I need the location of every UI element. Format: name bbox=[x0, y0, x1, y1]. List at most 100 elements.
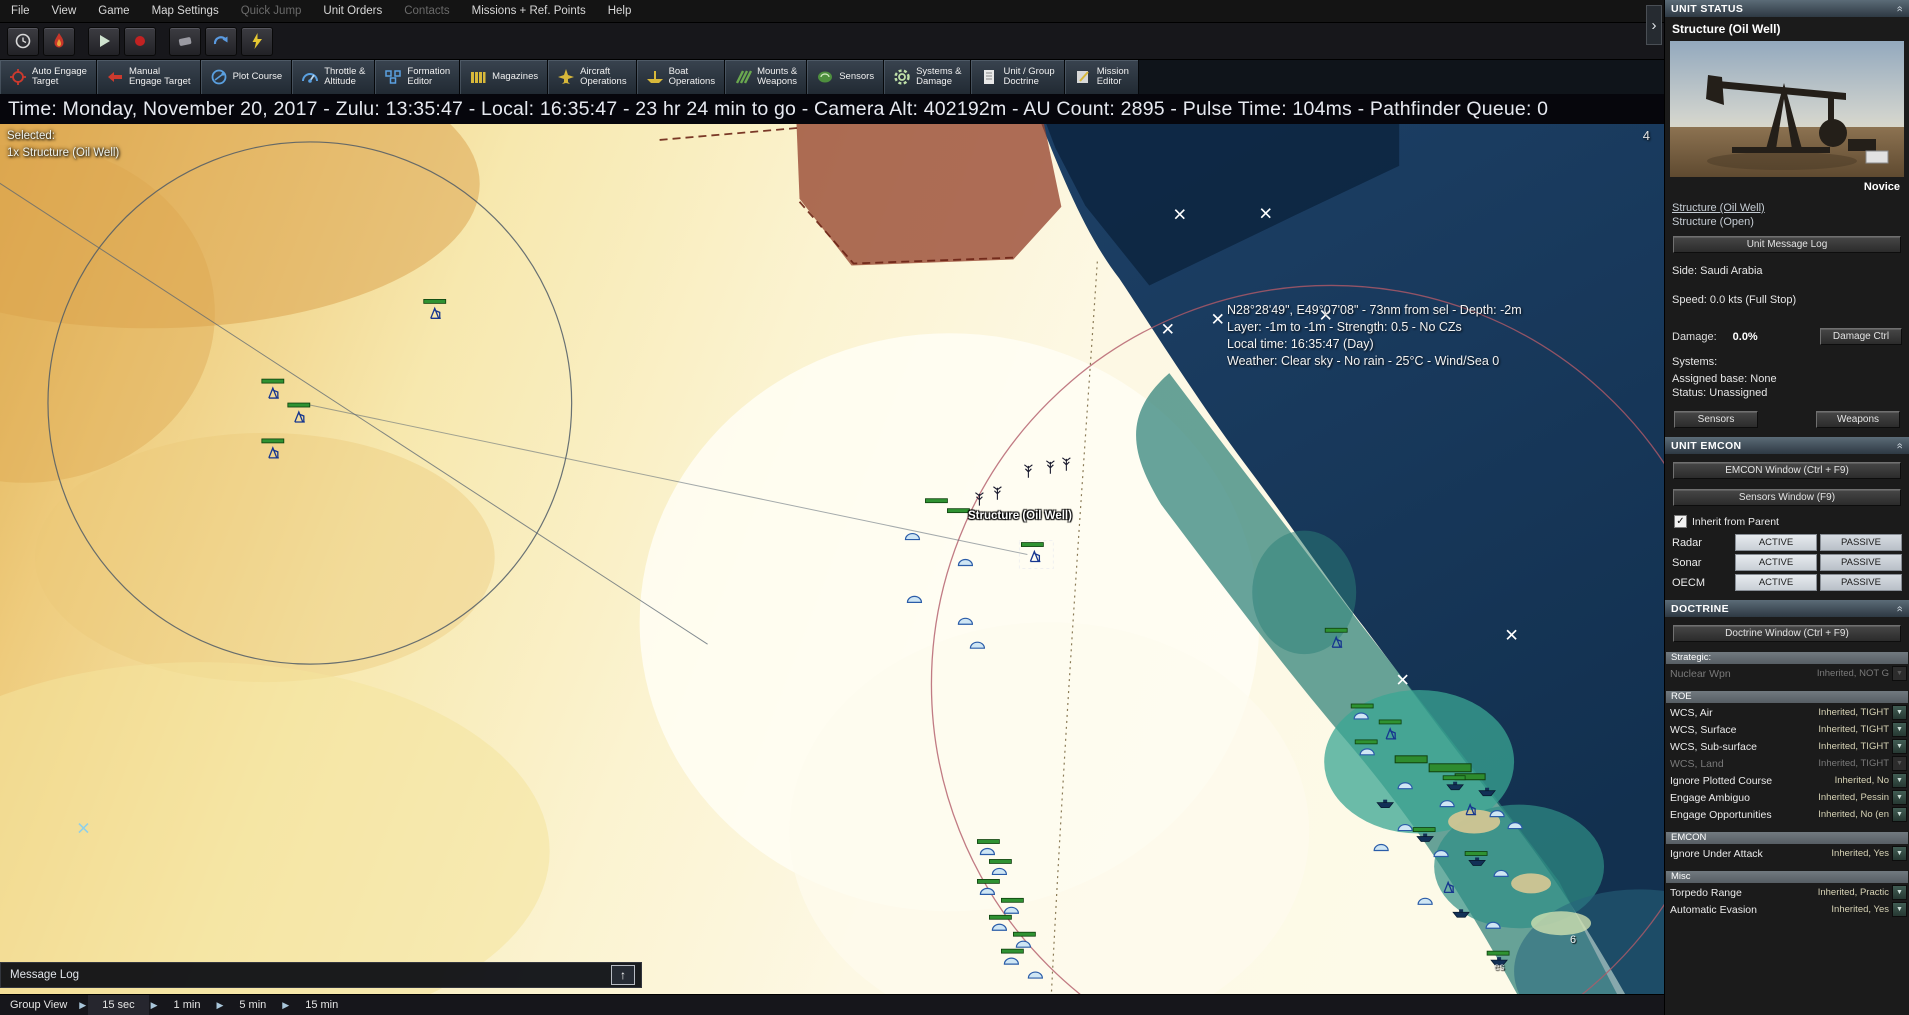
mission-editor-button[interactable]: Mission Editor bbox=[1065, 60, 1139, 94]
unit-status-bar bbox=[1001, 898, 1023, 902]
doctrine-row-ignore-plotted-course: Ignore Plotted Course Inherited, No ▼ bbox=[1670, 773, 1907, 788]
unit-emcon-header[interactable]: UNIT EMCON « bbox=[1665, 437, 1909, 454]
time-button-5min[interactable]: 5 min bbox=[225, 995, 280, 1015]
dropdown-button[interactable]: ▼ bbox=[1892, 739, 1907, 754]
message-log-bar[interactable]: Message Log ↑ bbox=[0, 962, 642, 988]
systems-damage-button[interactable]: Systems & Damage bbox=[884, 60, 971, 94]
oecm-passive-button[interactable]: PASSIVE bbox=[1820, 574, 1902, 591]
record-button[interactable] bbox=[124, 27, 156, 56]
doctrine-row-value: Inherited, Pessin bbox=[1818, 792, 1889, 803]
dropdown-button[interactable]: ▼ bbox=[1892, 902, 1907, 917]
dropdown-button[interactable]: ▼ bbox=[1892, 846, 1907, 861]
unit-message-log-button[interactable]: Unit Message Log bbox=[1673, 236, 1901, 253]
menu-missions-ref-points[interactable]: Missions + Ref. Points bbox=[461, 0, 597, 22]
lightning-button[interactable] bbox=[241, 27, 273, 56]
throttle-altitude-button[interactable]: Throttle & Altitude bbox=[292, 60, 375, 94]
damage-ctrl-button[interactable]: Damage Ctrl bbox=[1820, 328, 1902, 345]
radar-active-button[interactable]: ACTIVE bbox=[1735, 534, 1817, 551]
doctrine-row-value: Inherited, Yes bbox=[1831, 904, 1889, 915]
menubar: File View Game Map Settings Quick Jump U… bbox=[0, 0, 1664, 23]
aircraft-operations-button[interactable]: Aircraft Operations bbox=[548, 60, 636, 94]
doctrine-row-label: Ignore Under Attack bbox=[1670, 848, 1831, 860]
clock-button[interactable] bbox=[7, 27, 39, 56]
inherit-checkbox[interactable]: ✓ bbox=[1674, 515, 1687, 528]
menu-unit-orders[interactable]: Unit Orders bbox=[312, 0, 393, 22]
sensors-icon bbox=[816, 68, 834, 86]
play-arrow-icon: ▶ bbox=[77, 1000, 88, 1011]
mounts-icon bbox=[734, 68, 752, 86]
eraser-button[interactable] bbox=[169, 27, 201, 56]
menu-game[interactable]: Game bbox=[87, 0, 140, 22]
chevron-down-icon: ▼ bbox=[1896, 743, 1903, 750]
sonar-passive-button[interactable]: PASSIVE bbox=[1820, 554, 1902, 571]
toolbar-button-label: Unit / Group Doctrine bbox=[1003, 67, 1054, 88]
time-button-1min[interactable]: 1 min bbox=[160, 995, 215, 1015]
tooltip-line: N28°28'49", E49°07'08" - 73nm from sel -… bbox=[1227, 302, 1522, 319]
group-view-label[interactable]: Group View bbox=[0, 999, 77, 1011]
toolbar-button-label: Formation Editor bbox=[407, 67, 450, 88]
boat-operations-button[interactable]: Boat Operations bbox=[637, 60, 725, 94]
menu-view[interactable]: View bbox=[41, 0, 88, 22]
radar-passive-button[interactable]: PASSIVE bbox=[1820, 534, 1902, 551]
doctrine-row-value: Inherited, Yes bbox=[1831, 848, 1889, 859]
status-label: Status: Unassigned bbox=[1665, 387, 1909, 399]
unit-status-bar bbox=[1487, 951, 1509, 955]
doctrine-row-automatic-evasion: Automatic Evasion Inherited, Yes ▼ bbox=[1670, 902, 1907, 917]
doctrine-row-wcs-land: WCS, Land Inherited, TIGHT ▼ bbox=[1670, 756, 1907, 771]
menu-map-settings[interactable]: Map Settings bbox=[141, 0, 230, 22]
play-button[interactable] bbox=[88, 27, 120, 56]
sidebar-collapse-tab[interactable]: › bbox=[1646, 5, 1662, 45]
unit-status-header[interactable]: UNIT STATUS « bbox=[1665, 0, 1909, 17]
sonar-active-button[interactable]: ACTIVE bbox=[1735, 554, 1817, 571]
mission-editor-icon bbox=[1074, 68, 1092, 86]
unit-group-doctrine-button[interactable]: Unit / Group Doctrine bbox=[971, 60, 1064, 94]
unit-photo bbox=[1670, 41, 1904, 177]
doctrine-row-label: Automatic Evasion bbox=[1670, 904, 1831, 916]
magazines-button[interactable]: Magazines bbox=[460, 60, 548, 94]
auto-engage-icon bbox=[9, 68, 27, 86]
sensors-window-button[interactable]: Sensors Window (F9) bbox=[1673, 489, 1901, 506]
message-log-expand-button[interactable]: ↑ bbox=[611, 965, 635, 985]
menu-file[interactable]: File bbox=[0, 0, 41, 22]
formation-editor-button[interactable]: Formation Editor bbox=[375, 60, 460, 94]
flame-button[interactable] bbox=[43, 27, 75, 56]
dropdown-button[interactable]: ▼ bbox=[1892, 705, 1907, 720]
unit-status-bar bbox=[424, 299, 446, 303]
tooltip-line: Local time: 16:35:47 (Day) bbox=[1227, 336, 1522, 353]
time-button-15sec[interactable]: 15 sec bbox=[88, 995, 148, 1015]
unit-emcon-header-label: UNIT EMCON bbox=[1671, 440, 1742, 452]
play-arrow-icon: ▶ bbox=[214, 1000, 225, 1011]
dropdown-button[interactable]: ▼ bbox=[1892, 885, 1907, 900]
doctrine-header[interactable]: DOCTRINE « bbox=[1665, 600, 1909, 617]
chevron-down-icon: ▼ bbox=[1896, 670, 1903, 677]
auto-engage-target-button[interactable]: Auto Engage Target bbox=[0, 60, 97, 94]
dropdown-button[interactable]: ▼ bbox=[1892, 807, 1907, 822]
weapons-button[interactable]: Weapons bbox=[1816, 411, 1900, 428]
emcon-window-button[interactable]: EMCON Window (Ctrl + F9) bbox=[1673, 462, 1901, 479]
toolbar-button-label: Manual Engage Target bbox=[129, 67, 191, 88]
menu-help[interactable]: Help bbox=[597, 0, 643, 22]
doctrine-row-wcs-subsurface: WCS, Sub-surface Inherited, TIGHT ▼ bbox=[1670, 739, 1907, 754]
plot-course-button[interactable]: Plot Course bbox=[201, 60, 293, 94]
dropdown-button: ▼ bbox=[1892, 666, 1907, 681]
inherit-label: Inherit from Parent bbox=[1692, 516, 1779, 528]
unit-name-link[interactable]: Structure (Oil Well) bbox=[1665, 193, 1909, 214]
dropdown-button[interactable]: ▼ bbox=[1892, 773, 1907, 788]
time-button-15min[interactable]: 15 min bbox=[291, 995, 352, 1015]
manual-engage-target-button[interactable]: Manual Engage Target bbox=[97, 60, 201, 94]
tooltip-line: Weather: Clear sky - No rain - 25°C - Wi… bbox=[1227, 353, 1522, 370]
mounts-weapons-button[interactable]: Mounts & Weapons bbox=[725, 60, 807, 94]
sensors-button[interactable]: Sensors bbox=[1674, 411, 1758, 428]
doctrine-window-button[interactable]: Doctrine Window (Ctrl + F9) bbox=[1673, 625, 1901, 642]
cursor-info-tooltip: N28°28'49", E49°07'08" - 73nm from sel -… bbox=[1227, 302, 1522, 370]
dropdown-button[interactable]: ▼ bbox=[1892, 722, 1907, 737]
doctrine-icon bbox=[980, 68, 998, 86]
sensors-button-toolbar[interactable]: Sensors bbox=[807, 60, 884, 94]
unit-status-bar bbox=[977, 840, 999, 844]
map-viewport[interactable]: Selected: 1x Structure (Oil Well) N28°28… bbox=[0, 124, 1664, 994]
oecm-active-button[interactable]: ACTIVE bbox=[1735, 574, 1817, 591]
redo-icon bbox=[212, 32, 230, 50]
redo-button[interactable] bbox=[205, 27, 237, 56]
icon-toolbar bbox=[0, 23, 1664, 60]
dropdown-button[interactable]: ▼ bbox=[1892, 790, 1907, 805]
